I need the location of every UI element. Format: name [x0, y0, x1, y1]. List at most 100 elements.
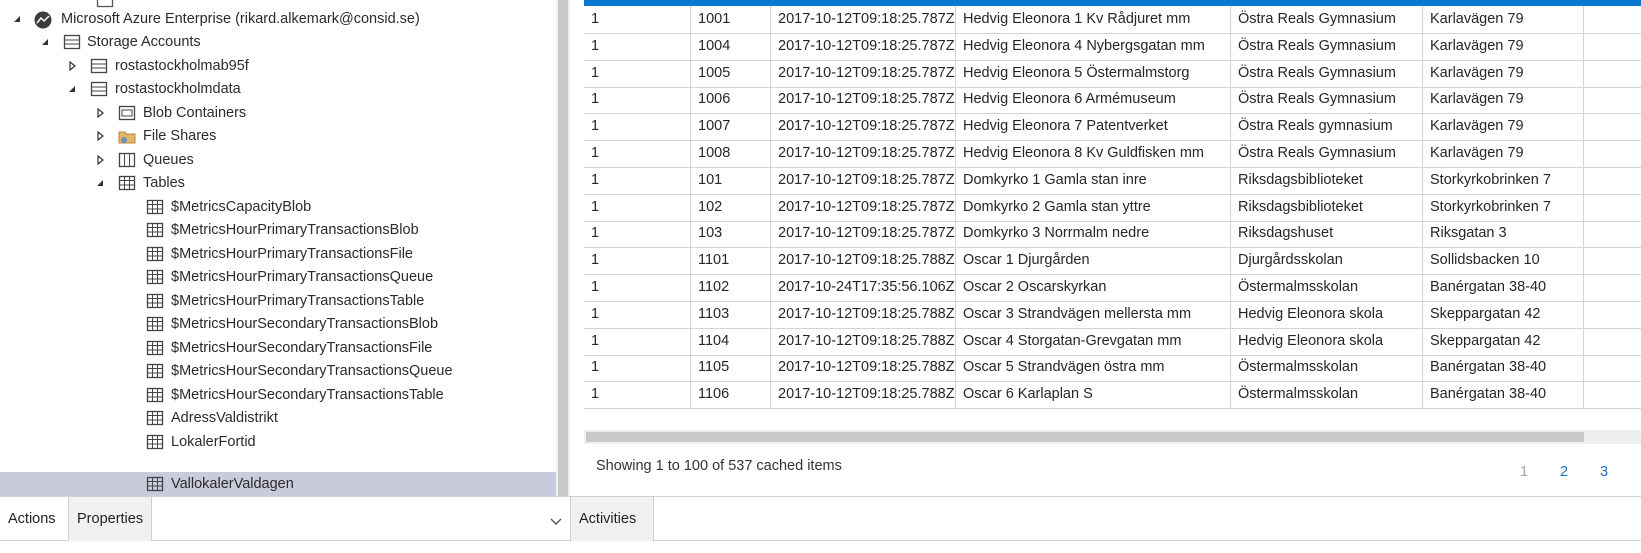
- tree-table-item[interactable]: $MetricsHourSecondaryTransactionsBlob: [0, 312, 556, 336]
- table-cell: Karlavägen 79: [1423, 32, 1584, 60]
- expand-arrow-icon[interactable]: [67, 61, 77, 71]
- table-cell: 1101: [691, 247, 771, 275]
- table-cell: 101: [691, 166, 771, 194]
- table-cell-partial: [1584, 6, 1641, 33]
- table-row[interactable]: 1 1004 2017-10-12T09:18:25.787Z Hedvig Eleo…: [584, 32, 1641, 61]
- table-cell: Östra Reals Gymnasium: [1231, 6, 1423, 33]
- table-row[interactable]: 1 1103 2017-10-12T09:18:25.788Z Oscar 3 Str…: [584, 300, 1641, 329]
- chevron-down-icon[interactable]: [550, 513, 562, 529]
- tree-item-storage-accounts[interactable]: Storage Accounts: [0, 30, 556, 54]
- tab-properties[interactable]: Properties: [68, 497, 152, 541]
- table-cell: Östermalmsskolan: [1231, 381, 1423, 409]
- table-cell: 1: [584, 86, 691, 114]
- panel-splitter[interactable]: [570, 0, 584, 552]
- table-cell: 103: [691, 220, 771, 248]
- tree-table-item[interactable]: AdressValdistrikt: [0, 406, 556, 430]
- table-cell: Domkyrko 3 Norrmalm nedre: [956, 220, 1231, 248]
- tree-item-queues[interactable]: Queues: [0, 148, 556, 172]
- table-row[interactable]: 1 1104 2017-10-12T09:18:25.788Z Oscar 4 Sto…: [584, 327, 1641, 356]
- tree-scrollbar-thumb[interactable]: [558, 0, 568, 496]
- table-row[interactable]: 1 1101 2017-10-12T09:18:25.788Z Oscar 1 Dju…: [584, 247, 1641, 276]
- collapse-arrow-icon[interactable]: [95, 178, 105, 188]
- table-row[interactable]: 1 1005 2017-10-12T09:18:25.787Z Hedvig Eleo…: [584, 59, 1641, 88]
- table-cell: 2017-10-12T09:18:25.787Z: [771, 166, 956, 194]
- tree-table-item[interactable]: $MetricsHourPrimaryTransactionsBlob: [0, 218, 556, 242]
- queues-label: Queues: [143, 152, 194, 168]
- table-row[interactable]: 1 1106 2017-10-12T09:18:25.788Z Oscar 6 Kar…: [584, 381, 1641, 410]
- tree-table-item[interactable]: $MetricsHourSecondaryTransactionsTable: [0, 383, 556, 407]
- table-cell: 2017-10-12T09:18:25.788Z: [771, 381, 956, 409]
- table-cell: 1008: [691, 140, 771, 167]
- table-icon: [146, 410, 164, 426]
- table-cell: Riksdagshuset: [1231, 220, 1423, 248]
- expand-arrow-icon[interactable]: [95, 108, 105, 118]
- page-link-1[interactable]: 1: [1520, 464, 1528, 480]
- table-cell: 1103: [691, 300, 771, 328]
- expand-arrow-icon[interactable]: [95, 131, 105, 141]
- page-link-3[interactable]: 3: [1600, 464, 1608, 480]
- tree-item-file-shares[interactable]: File Shares: [0, 124, 556, 148]
- tree-item-storage-account-1[interactable]: rostastockholmab95f: [0, 54, 556, 78]
- table-row[interactable]: 1 103 2017-10-12T09:18:25.787Z Domkyrko 3 N…: [584, 220, 1641, 249]
- table-cell: 2017-10-12T09:18:25.787Z: [771, 140, 956, 167]
- table-item-label: $MetricsHourPrimaryTransactionsTable: [171, 293, 425, 309]
- table-cell: 2017-10-12T09:18:25.788Z: [771, 327, 956, 355]
- table-row[interactable]: 1 1102 2017-10-24T17:35:56.106Z Oscar 2 Osc…: [584, 274, 1641, 302]
- table-row[interactable]: 1 1001 2017-10-12T09:18:25.787Z Hedvig Eleo…: [584, 6, 1641, 34]
- tree-table-item[interactable]: $MetricsHourSecondaryTransactionsQueue: [0, 359, 556, 383]
- table-item-label: LokalerFortid: [171, 434, 256, 450]
- table-cell: 1001: [691, 6, 771, 33]
- table-cell-partial: [1584, 60, 1641, 87]
- table-row[interactable]: 1 1008 2017-10-12T09:18:25.787Z Hedvig Eleo…: [584, 140, 1641, 168]
- tree-table-item[interactable]: $MetricsHourPrimaryTransactionsTable: [0, 289, 556, 313]
- table-cell-partial: [1584, 33, 1641, 60]
- table-cell-partial: [1584, 274, 1641, 301]
- table-cell-partial: [1584, 381, 1641, 408]
- collapse-arrow-icon[interactable]: [40, 37, 50, 47]
- table-cell: 2017-10-24T17:35:56.106Z: [771, 274, 956, 301]
- table-cell: 1: [584, 59, 691, 87]
- table-item-label: AdressValdistrikt: [171, 410, 278, 426]
- table-row[interactable]: 1 1007 2017-10-12T09:18:25.787Z Hedvig Eleo…: [584, 113, 1641, 142]
- tree-table-item[interactable]: $MetricsHourPrimaryTransactionsQueue: [0, 265, 556, 289]
- tree-table-item[interactable]: $MetricsCapacityBlob: [0, 195, 556, 219]
- file-share-icon: [118, 128, 136, 144]
- tree-table-item[interactable]: $MetricsHourPrimaryTransactionsFile: [0, 242, 556, 266]
- table-item-label: $MetricsCapacityBlob: [171, 199, 312, 215]
- table-cell: 1: [584, 354, 691, 382]
- tab-actions[interactable]: Actions: [0, 497, 64, 541]
- tab-activities[interactable]: Activities: [570, 497, 654, 541]
- table-cell: Skeppargatan 42: [1423, 300, 1584, 328]
- tree-item-account[interactable]: Microsoft Azure Enterprise (rikard.alkem…: [0, 7, 556, 31]
- page-link-2[interactable]: 2: [1560, 464, 1568, 480]
- tree-table-item-selected[interactable]: VallokalerValdagen: [0, 472, 556, 496]
- table-cell: 2017-10-12T09:18:25.788Z: [771, 354, 956, 382]
- storage-accounts-label: Storage Accounts: [87, 34, 201, 50]
- tree-item-storage-account-2[interactable]: rostastockholmdata: [0, 77, 556, 101]
- bottom-right-tab-strip: Activities: [570, 496, 1641, 553]
- collapse-arrow-icon[interactable]: [67, 84, 77, 94]
- table-icon: [146, 316, 164, 332]
- expand-arrow-icon[interactable]: [95, 155, 105, 165]
- table-cell: Karlavägen 79: [1423, 113, 1584, 141]
- tree-item-blob-containers[interactable]: Blob Containers: [0, 101, 556, 125]
- table-row[interactable]: 1 102 2017-10-12T09:18:25.787Z Domkyrko 2 G…: [584, 193, 1641, 222]
- table-icon: [146, 340, 164, 356]
- tree-item-tables[interactable]: Tables: [0, 171, 556, 195]
- table-cell: 2017-10-12T09:18:25.788Z: [771, 247, 956, 275]
- collapse-arrow-icon[interactable]: [12, 14, 22, 24]
- table-row[interactable]: 1 101 2017-10-12T09:18:25.787Z Domkyrko 1 G…: [584, 166, 1641, 195]
- table-cell: Riksdagsbiblioteket: [1231, 193, 1423, 221]
- grid-horizontal-scrollbar-thumb[interactable]: [586, 432, 1584, 442]
- table-row[interactable]: 1 1105 2017-10-12T09:18:25.788Z Oscar 5 Str…: [584, 354, 1641, 383]
- table-cell: Djurgårdsskolan: [1231, 247, 1423, 275]
- tree-table-item[interactable]: $MetricsHourSecondaryTransactionsFile: [0, 336, 556, 360]
- storage-account-icon: [90, 81, 108, 97]
- table-cell: Östra Reals gymnasium: [1231, 113, 1423, 141]
- table-row[interactable]: 1 1006 2017-10-12T09:18:25.787Z Hedvig Eleo…: [584, 86, 1641, 115]
- table-cell-partial: [1584, 140, 1641, 167]
- table-cell: Hedvig Eleonora 7 Patentverket: [956, 113, 1231, 141]
- tree-table-item[interactable]: LokalerFortid: [0, 430, 556, 454]
- table-cell: Karlavägen 79: [1423, 86, 1584, 114]
- tables-icon: [118, 175, 136, 191]
